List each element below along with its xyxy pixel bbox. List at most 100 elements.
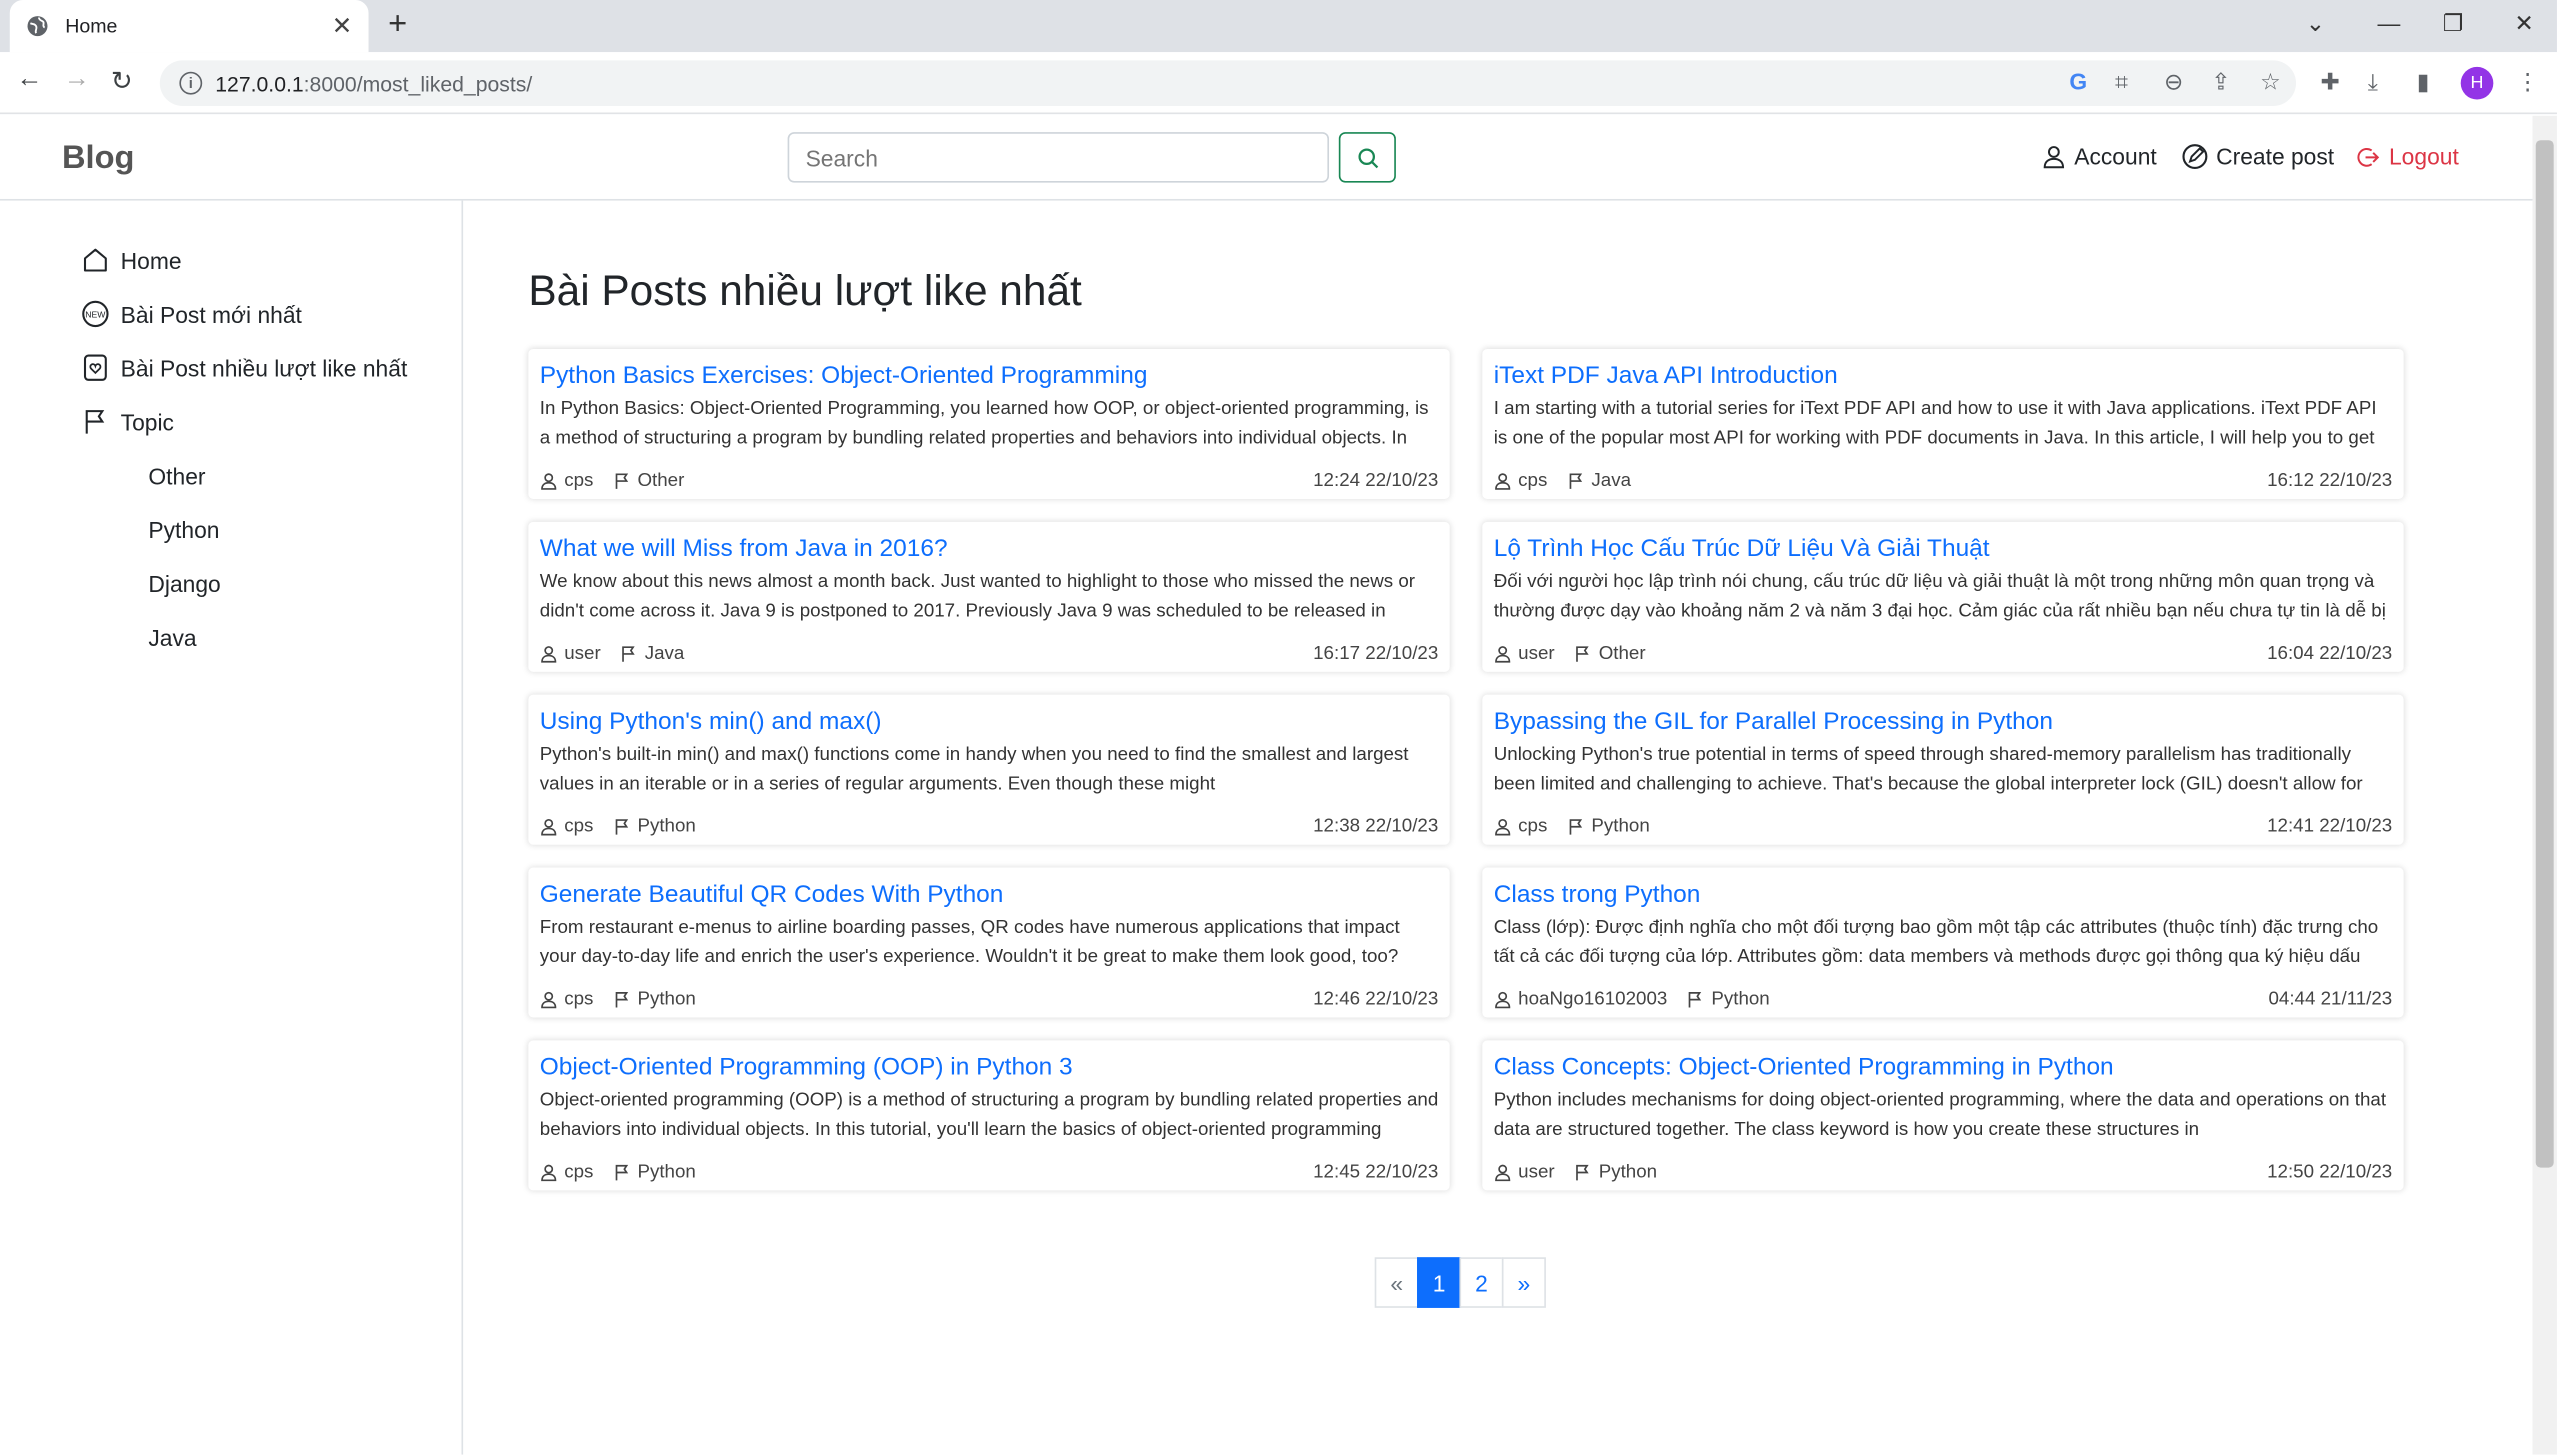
post-title-link[interactable]: Generate Beautiful QR Codes With Python <box>540 881 1439 909</box>
flag-icon <box>622 646 636 662</box>
post-title-link[interactable]: Class trong Python <box>1494 881 2393 909</box>
account-link[interactable]: Account <box>2042 144 2157 170</box>
menu-icon[interactable]: ⋮ <box>2516 68 2539 96</box>
browser-tab-bar: Home ✕ + ⌄ — ❐ ✕ <box>0 0 2557 53</box>
zoom-icon[interactable]: ⊖ <box>2164 68 2183 96</box>
post-author-name: user <box>564 644 601 664</box>
restore-button[interactable]: ❐ <box>2443 10 2463 38</box>
profile-avatar[interactable]: H <box>2460 66 2494 100</box>
sidebar-item-label: Topic <box>120 408 174 435</box>
share-icon[interactable]: ⇪ <box>2211 68 2230 96</box>
close-tab-icon[interactable]: ✕ <box>332 11 353 41</box>
reload-icon[interactable]: ↻ <box>111 65 133 98</box>
post-topic[interactable]: Java <box>620 644 684 664</box>
post-title-link[interactable]: Python Basics Exercises: Object-Oriented… <box>540 362 1439 390</box>
download-icon[interactable]: ⤓ <box>2368 68 2378 96</box>
heart-box-icon <box>83 354 107 381</box>
browser-tab[interactable]: Home ✕ <box>9 0 369 53</box>
post-author[interactable]: cps <box>540 817 593 837</box>
post-excerpt: Unlocking Python's true potential in ter… <box>1493 745 2363 794</box>
post-author-name: cps <box>564 989 594 1010</box>
post-author[interactable]: cps <box>540 989 594 1010</box>
post-card: iText PDF Java API Introduction I am star… <box>1482 348 2404 499</box>
site-info-icon[interactable]: i <box>179 71 203 95</box>
sidebar-item-label: Bài Post nhiều lượt like nhất <box>120 354 408 381</box>
sidebar-item-label: Bài Post mới nhất <box>120 300 302 327</box>
back-icon[interactable]: ← <box>16 65 42 94</box>
post-author-name: hoaNgo16102003 <box>1518 989 1668 1010</box>
forward-icon[interactable]: → <box>64 65 90 94</box>
search-button[interactable] <box>1338 132 1396 183</box>
post-meta: user Python 12:50 22/10/23 <box>1494 1163 2392 1182</box>
post-topic[interactable]: Other <box>1574 644 1646 664</box>
google-icon[interactable]: G <box>2069 68 2087 94</box>
bookmark-star-icon[interactable]: ☆ <box>2260 68 2280 96</box>
new-badge-icon: NEW <box>82 300 109 328</box>
post-author[interactable]: cps <box>1494 817 1547 837</box>
topic-link-other[interactable]: Other <box>148 463 205 489</box>
post-title-link[interactable]: iText PDF Java API Introduction <box>1494 362 2393 390</box>
logout-link[interactable]: Logout <box>2356 143 2459 170</box>
post-meta: cps Python 12:41 22/10/23 <box>1494 817 2392 837</box>
post-author[interactable]: user <box>1494 1163 1555 1182</box>
user-icon <box>1495 646 1511 663</box>
sidebar-item-home[interactable]: Home <box>82 246 182 274</box>
post-topic[interactable]: Python <box>1687 990 1770 1009</box>
post-author[interactable]: user <box>540 644 601 664</box>
scrollbar-thumb[interactable] <box>2535 140 2554 1168</box>
post-title-link[interactable]: Bypassing the GIL for Parallel Processin… <box>1494 708 2393 736</box>
post-topic[interactable]: Python <box>1574 1163 1657 1182</box>
post-title-link[interactable]: Class Concepts: Object-Oriented Programm… <box>1494 1053 2393 1081</box>
flag-icon <box>615 1164 629 1181</box>
post-topic[interactable]: Python <box>1567 817 1650 837</box>
minimize-button[interactable]: — <box>2378 10 2401 36</box>
post-title-link[interactable]: Object-Oriented Programming (OOP) in Pyt… <box>540 1053 1439 1081</box>
sidebar-item-most-liked[interactable]: Bài Post nhiều lượt like nhất <box>82 354 408 382</box>
pagination-page-2[interactable]: 2 <box>1459 1257 1504 1308</box>
search-input[interactable] <box>787 132 1330 183</box>
user-icon <box>541 646 557 663</box>
post-topic[interactable]: Python <box>613 817 696 837</box>
flag-icon <box>615 473 629 489</box>
address-bar[interactable]: i 127.0.0.1:8000/most_liked_posts/ <box>159 60 2297 106</box>
post-excerpt: In Python Basics: Object-Oriented Progra… <box>539 399 1429 448</box>
sidebar-item-topic[interactable]: Topic <box>82 408 174 436</box>
post-topic[interactable]: Python <box>613 1163 696 1182</box>
logout-label: Logout <box>2388 143 2459 170</box>
post-meta: hoaNgo16102003 Python 04:44 21/11/23 <box>1494 989 2392 1010</box>
pagination-next[interactable]: » <box>1501 1257 1546 1308</box>
post-topic-name: Python <box>1591 816 1650 837</box>
create-post-link[interactable]: Create post <box>2182 144 2334 170</box>
post-topic[interactable]: Other <box>613 471 684 491</box>
close-window-button[interactable]: ✕ <box>2515 10 2534 38</box>
post-title-link[interactable]: Lộ Trình Học Cấu Trúc Dữ Liệu Và Giải Th… <box>1494 535 2393 563</box>
post-author[interactable]: cps <box>1494 471 1547 491</box>
extensions-icon[interactable]: ✚ <box>2320 68 2339 96</box>
sidebar-item-newest[interactable]: NEW Bài Post mới nhất <box>82 300 302 328</box>
post-meta: cps Python 12:45 22/10/23 <box>540 1163 1438 1182</box>
post-author[interactable]: hoaNgo16102003 <box>1494 989 1668 1010</box>
post-topic-name: Java <box>1591 471 1632 491</box>
post-excerpt: We know about this news almost a month b… <box>539 572 1416 621</box>
new-tab-button[interactable]: + <box>388 7 407 45</box>
tab-title: Home <box>65 14 118 38</box>
post-card: Bypassing the GIL for Parallel Processin… <box>1482 694 2404 845</box>
post-author[interactable]: user <box>1494 644 1555 664</box>
side-panel-icon[interactable]: ▮ <box>2417 68 2430 96</box>
topic-link-django[interactable]: Django <box>148 571 220 597</box>
sidebar-item-label: Home <box>120 247 182 274</box>
post-title-link[interactable]: Using Python's min() and max() <box>540 708 1439 736</box>
flag-icon <box>615 819 629 835</box>
post-topic[interactable]: Java <box>1567 471 1631 491</box>
post-topic[interactable]: Python <box>613 990 696 1009</box>
pagination-prev[interactable]: « <box>1374 1257 1419 1308</box>
translate-icon[interactable]: ⌗ <box>2115 68 2128 96</box>
brand-logo[interactable]: Blog <box>62 140 134 178</box>
post-author[interactable]: cps <box>540 471 593 491</box>
topic-link-python[interactable]: Python <box>148 517 219 543</box>
pagination-page-1[interactable]: 1 <box>1417 1257 1462 1308</box>
post-title-link[interactable]: What we will Miss from Java in 2016? <box>540 535 1439 563</box>
post-author[interactable]: cps <box>540 1163 593 1182</box>
tab-search-icon[interactable]: ⌄ <box>2306 10 2325 38</box>
topic-link-java[interactable]: Java <box>148 625 196 651</box>
